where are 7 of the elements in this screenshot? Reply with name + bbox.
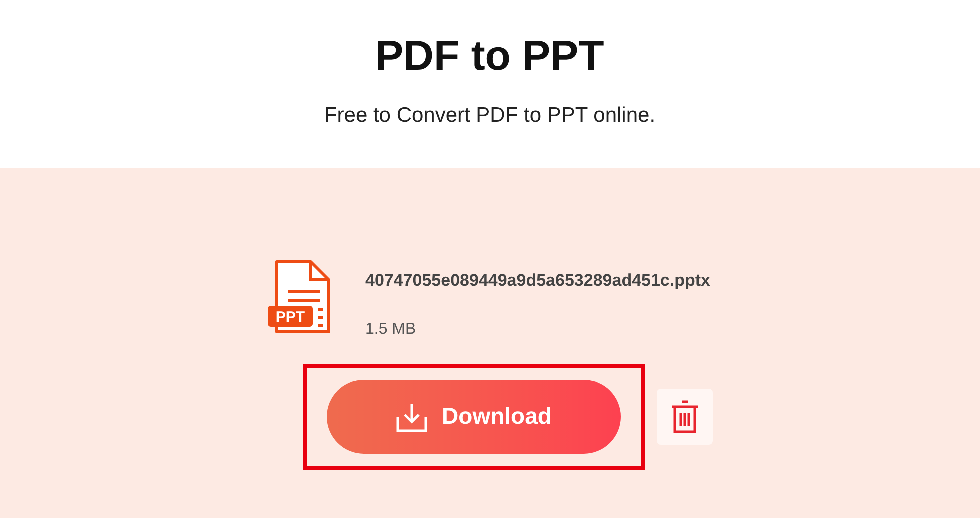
download-button[interactable]: Download [327,380,621,454]
file-size: 1.5 MB [365,320,418,340]
page-title: PDF to PPT [376,31,604,81]
file-name: 40747055e089449a9d5a653289ad451c.pptx [365,270,710,292]
trash-icon [670,400,700,434]
page-subtitle: Free to Convert PDF to PPT online. [324,103,656,129]
delete-button[interactable] [657,388,713,444]
